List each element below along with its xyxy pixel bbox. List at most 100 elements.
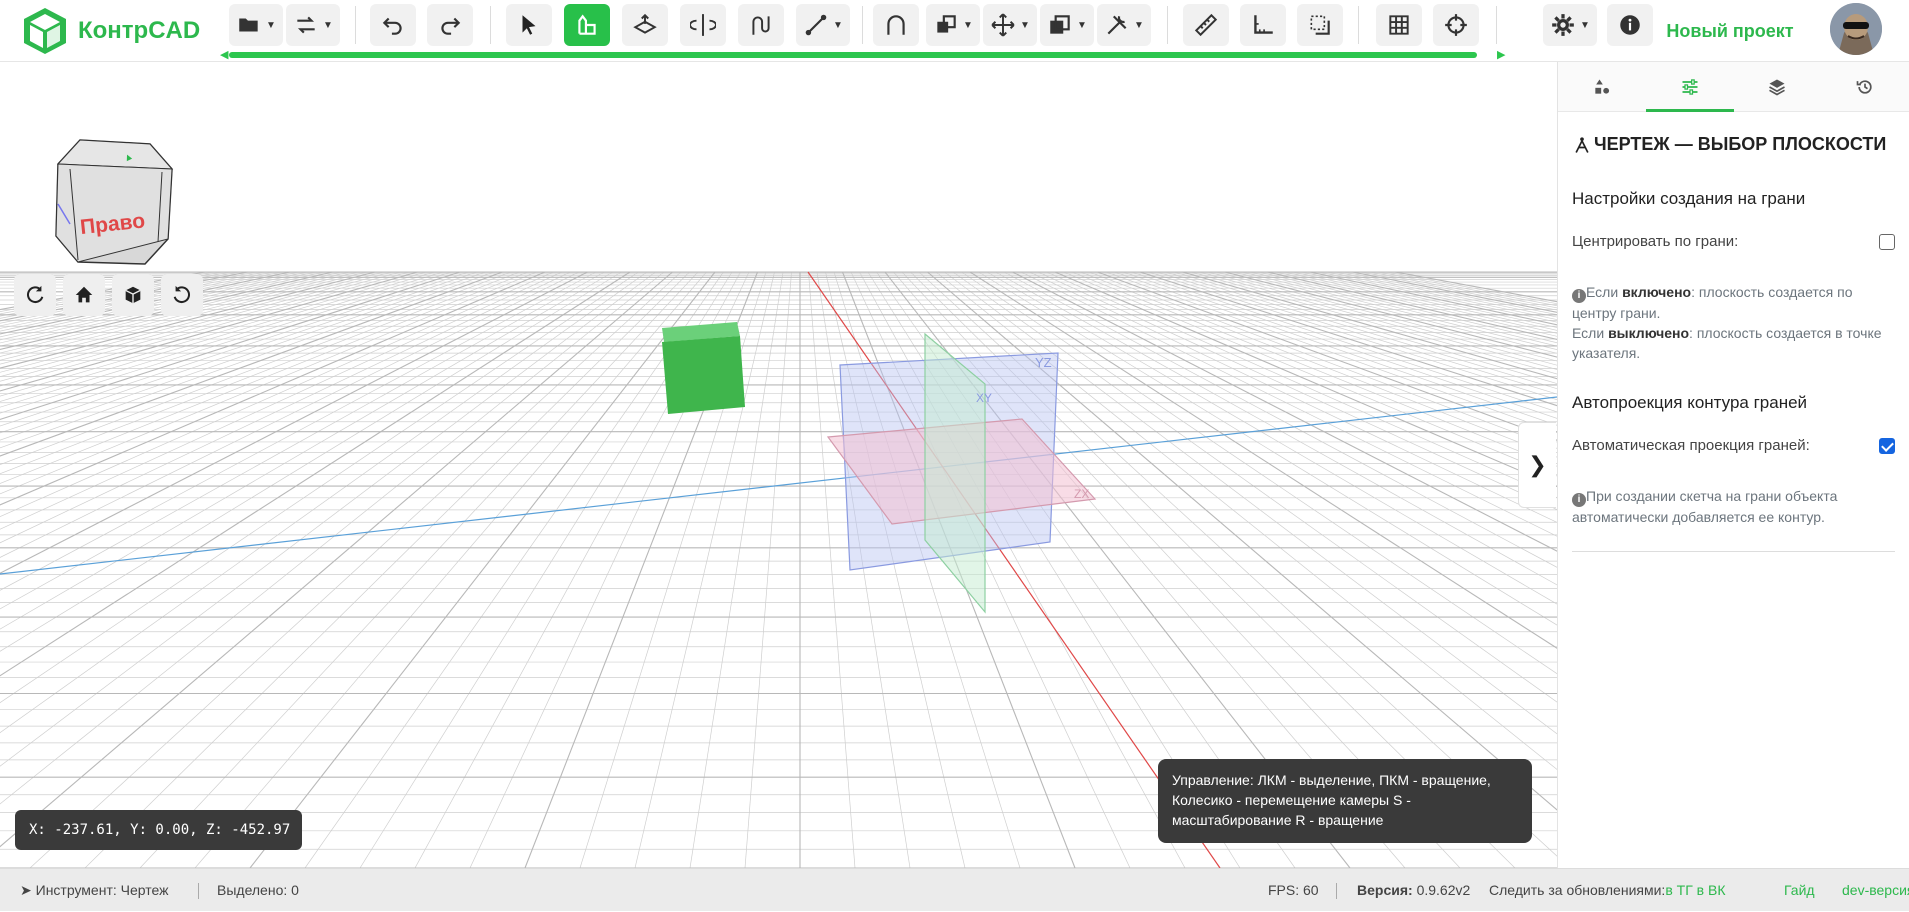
sliders-icon — [1682, 78, 1698, 95]
frame-tool-button[interactable] — [1297, 4, 1343, 46]
import-export-button[interactable]: ▼ — [286, 4, 340, 46]
tab-objects[interactable] — [1558, 62, 1646, 111]
guide-link[interactable]: Гайд — [1784, 869, 1815, 912]
pattern-tool-button[interactable]: ▼ — [1040, 4, 1094, 46]
grid-line — [0, 271, 435, 402]
scene-canvas[interactable]: YZ XY ZX — [0, 62, 1557, 868]
fillet-tool-button[interactable] — [873, 4, 919, 46]
pattern-icon — [1050, 15, 1070, 34]
grid-line — [0, 271, 401, 382]
tab-layers[interactable] — [1734, 62, 1822, 111]
view-cube[interactable]: ▲ Право — [40, 114, 190, 274]
chevron-down-icon: ▼ — [323, 19, 333, 31]
extrude-tool-button[interactable] — [622, 4, 668, 46]
version-info: Версия: 0.9.62v2 — [1357, 869, 1470, 912]
note-on-bold: включено — [1622, 284, 1692, 300]
move-icon — [991, 13, 1015, 37]
revolve-tool-button[interactable] — [680, 4, 726, 46]
info-button[interactable] — [1607, 4, 1653, 46]
toolbar-divider — [355, 6, 356, 44]
center-on-face-checkbox[interactable] — [1879, 233, 1895, 250]
tools-menu-button[interactable]: ▼ — [1097, 4, 1151, 46]
line-tool-button[interactable]: ▼ — [796, 4, 850, 46]
select-tool-button[interactable] — [506, 4, 552, 46]
grid-icon — [1389, 15, 1409, 35]
grid-toggle-button[interactable] — [1376, 4, 1422, 46]
auto-projection-checkbox[interactable] — [1879, 437, 1895, 454]
grid-line — [0, 271, 367, 365]
snap-toggle-button[interactable] — [1433, 4, 1479, 46]
revolve-icon — [690, 14, 716, 36]
status-divider — [198, 883, 199, 899]
grid-line — [808, 271, 856, 868]
current-tool-status: ➤ Инструмент: Чертеж — [20, 869, 168, 912]
home-icon — [75, 286, 93, 303]
fillet-icon — [887, 15, 905, 35]
center-on-face-note: i Если включено: плоскость создается по ц… — [1572, 282, 1895, 363]
section-heading-autoprojection: Автопроекция контура граней — [1572, 393, 1808, 412]
grid-line — [0, 271, 452, 414]
measure-tool-button[interactable] — [1183, 4, 1229, 46]
chevron-down-icon: ▼ — [1134, 19, 1144, 31]
redo-button[interactable] — [427, 4, 473, 46]
ruler-icon — [1194, 13, 1218, 37]
social-links[interactable]: в ТГ в ВК — [1665, 882, 1725, 898]
grid-line — [0, 271, 461, 420]
note-off-bold: выключено — [1608, 325, 1690, 341]
sweep-tool-button[interactable] — [738, 4, 784, 46]
grid-line — [304, 271, 724, 868]
grid-line — [0, 271, 444, 408]
progress-right-arrow: ▶ — [1497, 49, 1506, 61]
panel-title-text: ЧЕРТЕЖ — ВЫБОР ПЛОСКОСТИ — [1594, 134, 1887, 154]
tab-settings[interactable] — [1645, 62, 1734, 112]
layers-icon — [1769, 79, 1786, 95]
undo-button[interactable] — [370, 4, 416, 46]
grid-line — [0, 271, 410, 387]
grid-line — [84, 271, 690, 868]
pointer-icon — [522, 15, 536, 35]
dev-version-link[interactable]: dev-версия — [1842, 869, 1909, 912]
avatar[interactable] — [1830, 3, 1882, 55]
angle-tool-button[interactable] — [1240, 4, 1286, 46]
auto-projection-option: Автоматическая проекция граней: — [1572, 437, 1895, 454]
grid-line — [0, 271, 554, 518]
properties-panel: ЧЕРТЕЖ — ВЫБОР ПЛОСКОСТИ Настройки созда… — [1557, 62, 1909, 868]
progress-bar — [229, 52, 1477, 58]
chevron-down-icon: ▼ — [1020, 19, 1030, 31]
reset-view-icon — [173, 285, 190, 304]
tab-history[interactable] — [1821, 62, 1909, 111]
grid-line — [0, 271, 316, 344]
reset-view-button[interactable] — [161, 274, 203, 316]
cube-front-face[interactable] — [662, 336, 745, 414]
grid-line — [0, 271, 308, 341]
grid-line — [0, 271, 503, 457]
info-icon: i — [1572, 289, 1586, 303]
user-avatar-image — [1830, 3, 1882, 55]
logo-cube-icon — [24, 8, 66, 54]
follow-updates: Следить за обновлениями:в ТГ в ВК — [1489, 869, 1725, 912]
toolbar-divider — [490, 6, 491, 44]
pointer-small-icon: ➤ — [20, 882, 36, 898]
chevron-down-icon: ▼ — [266, 19, 276, 31]
file-menu-button[interactable]: ▼ — [229, 4, 283, 46]
toolbar-divider — [1496, 6, 1497, 44]
project-name[interactable]: Новый проект — [1650, 14, 1810, 48]
grid-line — [139, 271, 699, 868]
center-on-face-option: Центрировать по грани: — [1572, 233, 1895, 250]
refresh-view-button[interactable] — [14, 274, 56, 316]
panel-content: ЧЕРТЕЖ — ВЫБОР ПЛОСКОСТИ Настройки созда… — [1558, 112, 1909, 552]
chevron-down-icon: ▼ — [1580, 19, 1590, 31]
top-toolbar: КонтрCAD ▼ ▼ ▼ ▼ ▼ ▼ ▼ ▼ Новый проект ◀ … — [0, 0, 1909, 62]
app-logo[interactable]: КонтрCAD — [20, 6, 200, 56]
3d-viewport[interactable]: YZ XY ZX ▲ Право X: -237.61, Y: 0.00, Z:… — [0, 62, 1557, 868]
home-view-button[interactable] — [63, 274, 105, 316]
panel-toggle-button[interactable]: ❯ — [1518, 422, 1556, 508]
selected-count: Выделено: 0 — [217, 882, 299, 898]
tools-icon — [1107, 15, 1127, 35]
boolean-tool-button[interactable]: ▼ — [926, 4, 980, 46]
sketch-tool-button[interactable] — [564, 4, 610, 46]
settings-button[interactable]: ▼ — [1543, 4, 1597, 46]
move-tool-button[interactable]: ▼ — [983, 4, 1037, 46]
info-icon — [1620, 15, 1640, 35]
isometric-view-button[interactable] — [112, 274, 154, 316]
